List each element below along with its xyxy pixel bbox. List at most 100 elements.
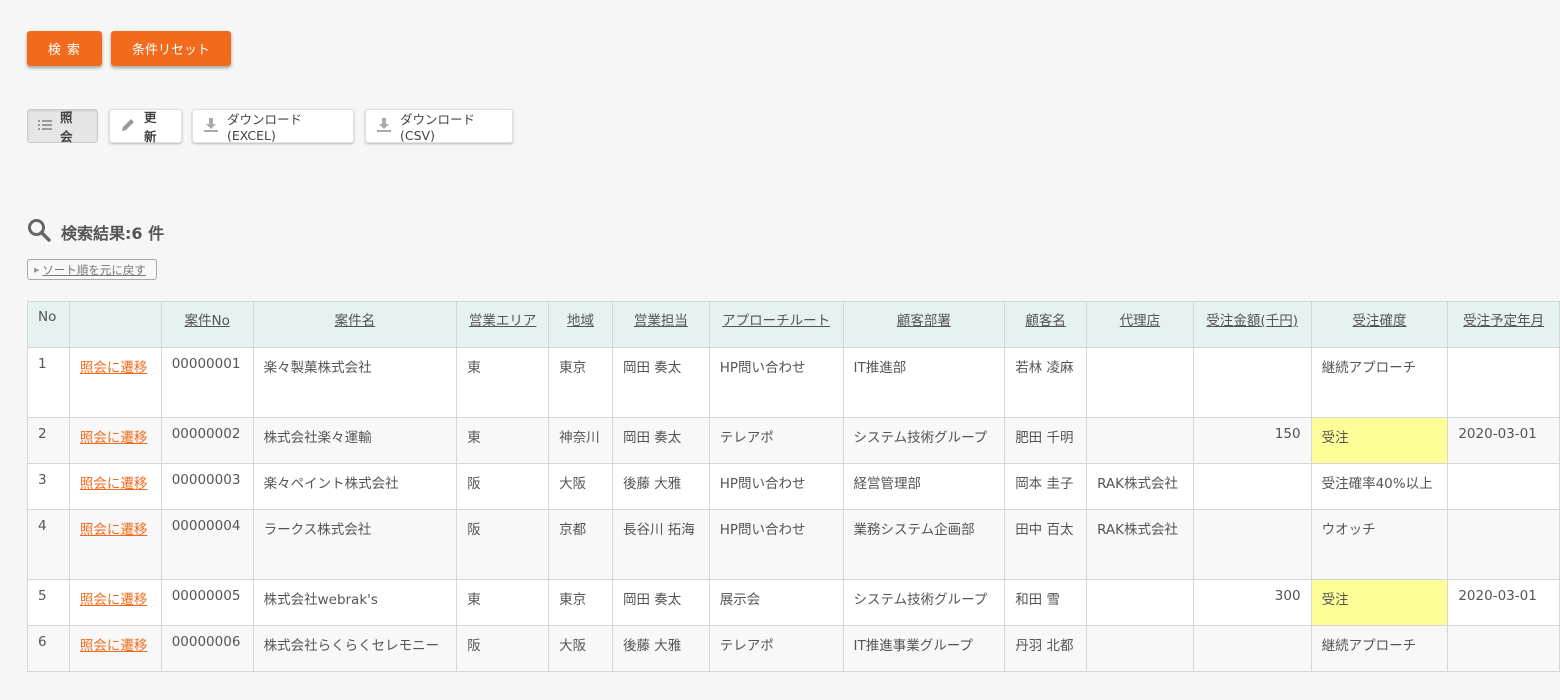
- table-row: 4 照会に遷移 00000004 ラークス株式会社 阪 京都 長谷川 拓海 HP…: [27, 509, 1560, 580]
- cell-order-amount: [1192, 509, 1312, 580]
- table-row: 5 照会に遷移 00000005 株式会社webrak's 東 東京 岡田 奏太…: [27, 579, 1560, 626]
- col-header-action: [68, 301, 162, 348]
- cell-case-no: 00000004: [160, 509, 254, 580]
- cell-sales-area: 東: [456, 579, 550, 626]
- cell-sales-area: 阪: [456, 463, 550, 510]
- col-header-approach-route[interactable]: アプローチルート: [708, 301, 844, 348]
- cell-no: 3: [27, 463, 70, 510]
- cell-case-name: 株式会社webrak's: [252, 579, 458, 626]
- col-header-region[interactable]: 地域: [548, 301, 613, 348]
- cell-case-no: 00000001: [160, 347, 254, 418]
- cell-customer-dept: IT推進事業グループ: [842, 625, 1006, 672]
- col-header-agency[interactable]: 代理店: [1086, 301, 1194, 348]
- cell-sales-area: 東: [456, 347, 550, 418]
- cell-order-date: 2020-03-01: [1447, 579, 1560, 626]
- table-row: 2 照会に遷移 00000002 株式会社楽々運輸 東 神奈川 岡田 奏太 テレ…: [27, 417, 1560, 464]
- view-transition-link[interactable]: 照会に遷移: [80, 592, 148, 608]
- col-header-order-amount[interactable]: 受注金額(千円): [1192, 301, 1312, 348]
- cell-customer-name: 丹羽 北都: [1004, 625, 1088, 672]
- reset-conditions-button[interactable]: 条件リセット: [111, 31, 231, 66]
- cell-sales-area: 東: [456, 417, 550, 464]
- col-header-case-no[interactable]: 案件No: [160, 301, 254, 348]
- cell-region: 東京: [548, 579, 613, 626]
- cell-customer-name: 岡本 圭子: [1004, 463, 1088, 510]
- list-icon: [38, 119, 52, 134]
- cell-action[interactable]: 照会に遷移: [68, 509, 162, 580]
- cell-order-amount: 300: [1192, 579, 1312, 626]
- cell-case-name: 楽々製菓株式会社: [252, 347, 458, 418]
- cell-agency: RAK株式会社: [1086, 509, 1194, 580]
- cell-order-date: [1447, 625, 1560, 672]
- cell-sales-rep: 長谷川 拓海: [611, 509, 710, 580]
- sort-reset-label: ソート順を元に戻す: [42, 262, 146, 277]
- table-row: 3 照会に遷移 00000003 楽々ペイント株式会社 阪 大阪 後藤 大雅 H…: [27, 463, 1560, 510]
- cell-case-no: 00000005: [160, 579, 254, 626]
- cell-order-date: [1447, 347, 1560, 418]
- view-button[interactable]: 照 会: [27, 109, 98, 144]
- cell-sales-rep: 岡田 奏太: [611, 579, 710, 626]
- download-icon: [376, 117, 392, 136]
- cell-case-no: 00000002: [160, 417, 254, 464]
- cell-no: 5: [27, 579, 70, 626]
- col-header-order-probability[interactable]: 受注確度: [1310, 301, 1449, 348]
- cell-order-amount: [1192, 625, 1312, 672]
- cell-action[interactable]: 照会に遷移: [68, 463, 162, 510]
- cell-sales-rep: 後藤 大雅: [611, 463, 710, 510]
- cell-action[interactable]: 照会に遷移: [68, 579, 162, 626]
- result-count-text: 検索結果:6 件: [61, 224, 165, 243]
- cell-agency: [1086, 625, 1194, 672]
- cell-region: 京都: [548, 509, 613, 580]
- table-row: 6 照会に遷移 00000006 株式会社らくらくセレモニー 阪 大阪 後藤 大…: [27, 625, 1560, 672]
- cell-order-probability: 受注確率40%以上: [1310, 463, 1449, 510]
- cell-customer-dept: システム技術グループ: [842, 579, 1006, 626]
- download-csv-label: ダウンロード(CSV): [400, 112, 476, 143]
- download-csv-button[interactable]: ダウンロード(CSV): [365, 109, 513, 143]
- col-header-sales-area[interactable]: 営業エリア: [456, 301, 550, 348]
- col-header-customer-name[interactable]: 顧客名: [1004, 301, 1088, 348]
- cell-region: 東京: [548, 347, 613, 418]
- cell-case-name: ラークス株式会社: [252, 509, 458, 580]
- cell-customer-name: 若林 凌麻: [1004, 347, 1088, 418]
- view-transition-link[interactable]: 照会に遷移: [80, 360, 148, 376]
- download-excel-button[interactable]: ダウンロード(EXCEL): [192, 109, 354, 143]
- cell-sales-rep: 後藤 大雅: [611, 625, 710, 672]
- view-transition-link[interactable]: 照会に遷移: [80, 430, 148, 446]
- cell-agency: RAK株式会社: [1086, 463, 1194, 510]
- cell-no: 1: [27, 347, 70, 418]
- cell-region: 大阪: [548, 625, 613, 672]
- update-button[interactable]: 更 新: [109, 109, 182, 144]
- cell-no: 4: [27, 509, 70, 580]
- col-header-no: No: [27, 301, 70, 348]
- col-header-case-name[interactable]: 案件名: [252, 301, 458, 348]
- cell-order-probability: 継続アプローチ: [1310, 347, 1449, 418]
- cell-action[interactable]: 照会に遷移: [68, 417, 162, 464]
- cell-approach-route: HP問い合わせ: [708, 509, 844, 580]
- cell-customer-name: 田中 百太: [1004, 509, 1088, 580]
- cell-action[interactable]: 照会に遷移: [68, 347, 162, 418]
- search-button[interactable]: 検 索: [27, 31, 102, 66]
- cell-case-name: 株式会社楽々運輸: [252, 417, 458, 464]
- pencil-icon: [120, 117, 136, 136]
- cell-sales-rep: 岡田 奏太: [611, 347, 710, 418]
- triangle-right-icon: ▶: [34, 265, 40, 274]
- cell-order-probability: 受注: [1310, 579, 1449, 626]
- cell-agency: [1086, 347, 1194, 418]
- table-row: 1 照会に遷移 00000001 楽々製菓株式会社 東 東京 岡田 奏太 HP問…: [27, 347, 1560, 418]
- cell-action[interactable]: 照会に遷移: [68, 625, 162, 672]
- download-icon: [203, 117, 219, 136]
- view-transition-link[interactable]: 照会に遷移: [80, 638, 148, 654]
- cell-region: 大阪: [548, 463, 613, 510]
- cell-order-probability: ウオッチ: [1310, 509, 1449, 580]
- col-header-order-date[interactable]: 受注予定年月: [1447, 301, 1560, 348]
- col-header-customer-dept[interactable]: 顧客部署: [842, 301, 1006, 348]
- magnifier-icon: [27, 218, 51, 246]
- col-header-sales-rep[interactable]: 営業担当: [611, 301, 710, 348]
- cell-approach-route: テレアポ: [708, 625, 844, 672]
- view-transition-link[interactable]: 照会に遷移: [80, 476, 148, 492]
- sort-reset-link[interactable]: ▶ ソート順を元に戻す: [27, 259, 157, 280]
- view-transition-link[interactable]: 照会に遷移: [80, 522, 148, 538]
- cell-no: 6: [27, 625, 70, 672]
- cell-order-date: [1447, 463, 1560, 510]
- update-button-label: 更 新: [144, 110, 157, 144]
- cell-case-no: 00000003: [160, 463, 254, 510]
